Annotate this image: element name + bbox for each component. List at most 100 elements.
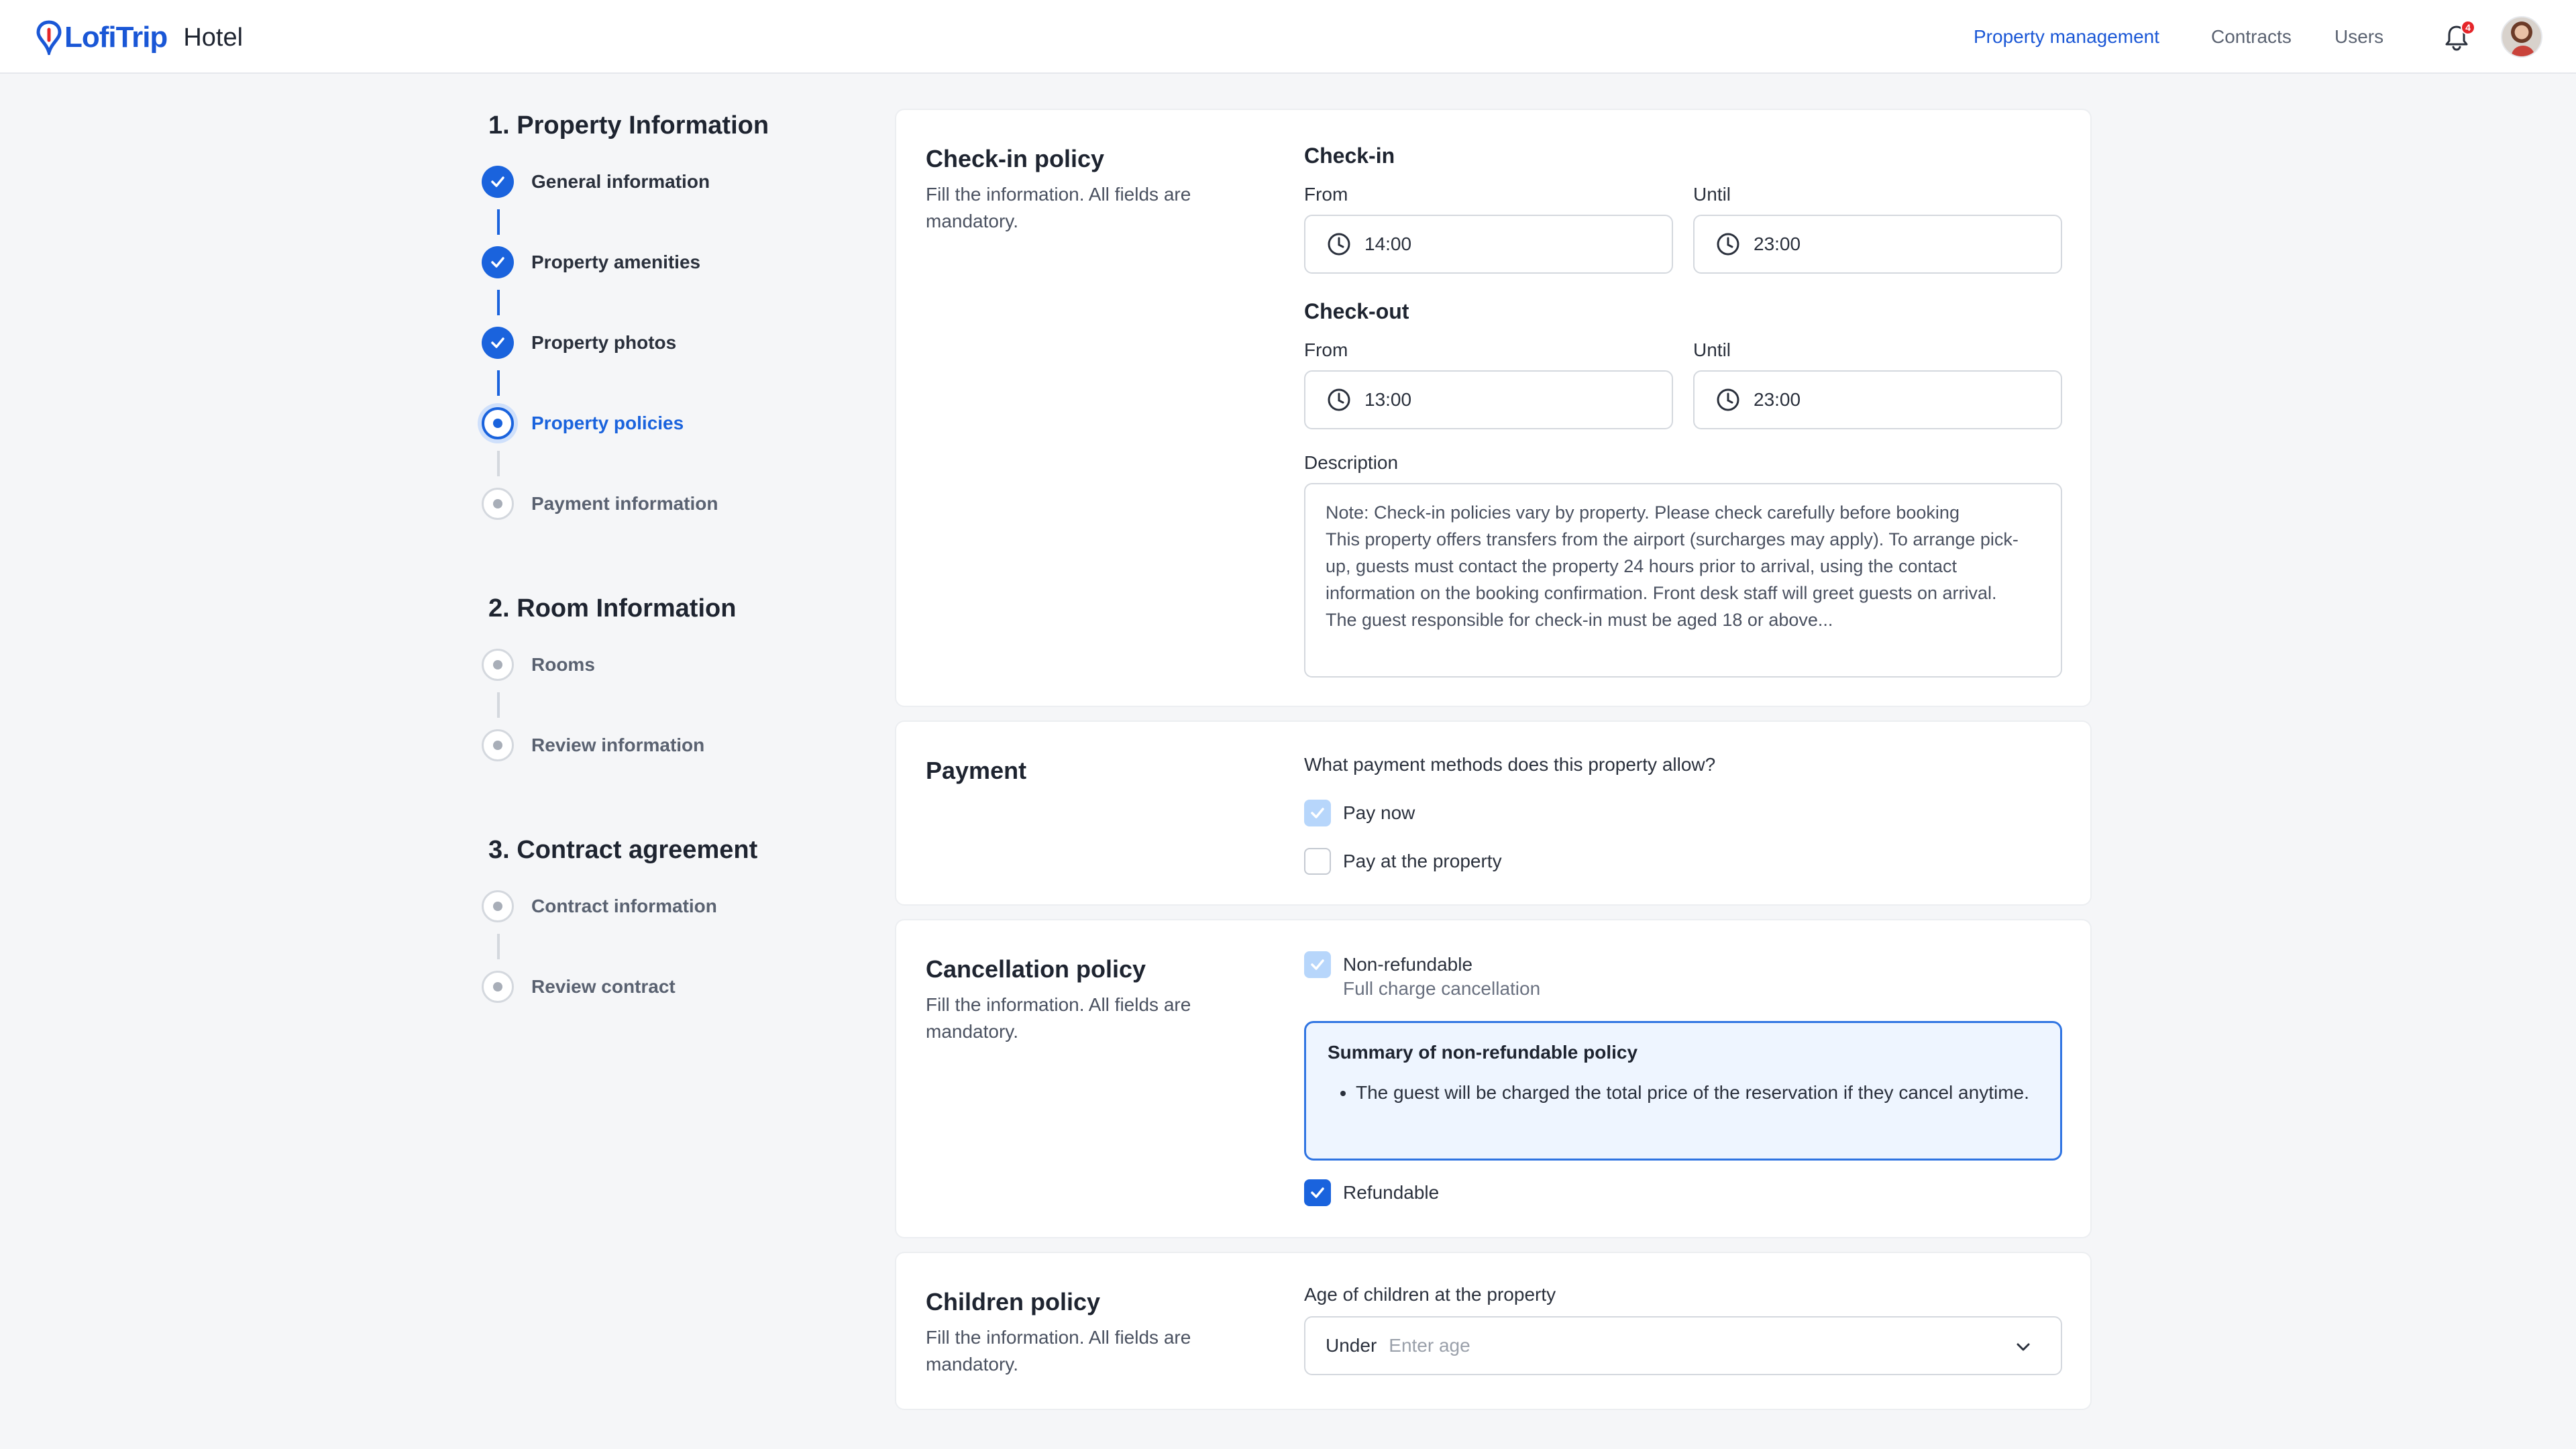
check-icon [482,327,514,359]
checkin-until-input[interactable]: 23:00 [1693,215,2062,274]
clock-icon [1717,388,1739,411]
brand-name: LofiTrip [64,21,168,54]
step-review-information[interactable]: Review information [482,729,704,762]
card-subtitle: Fill the information. All fields are man… [926,1327,1191,1375]
step-label: Property photos [531,332,677,353]
pay-now-checkbox[interactable] [1304,800,1331,826]
step-label: Review contract [531,976,676,997]
refundable-option[interactable]: Refundable [1304,1179,1439,1206]
select-prefix: Under [1326,1335,1377,1356]
step-property-photos[interactable]: Property photos [482,326,676,360]
chevron-down-icon [2017,1343,2030,1351]
checkout-from-label: From [1304,339,1348,360]
step-general-information[interactable]: General information [482,165,710,199]
notification-badge: 4 [2461,20,2475,35]
summary-list: The guest will be charged the total pric… [1328,1079,2039,1106]
checkin-from-label: From [1304,184,1348,205]
checkin-until-label: Until [1693,184,1731,205]
section-title-contract: 3. Contract agreement [488,836,758,864]
card-title: Check-in policy [926,145,1105,172]
refundable-checkbox[interactable] [1304,1179,1331,1206]
non-refundable-option[interactable]: Non-refundable [1304,951,1472,978]
checkmark-icon [1311,1187,1324,1198]
checkin-policy-card: Check-in policy Fill the information. Al… [895,109,2092,707]
description-line: Note: Check-in policies vary by property… [1326,502,1960,523]
description-line: This property offers transfers from the … [1326,529,2019,603]
checkout-until-label: Until [1693,339,1731,360]
section-title-room: 2. Room Information [488,594,737,623]
card-title: Children policy [926,1288,1101,1316]
pending-step-icon [482,488,514,520]
step-property-policies[interactable]: Property policies [482,407,684,440]
summary-item: The guest will be charged the total pric… [1356,1079,2039,1106]
active-step-icon [482,407,514,439]
step-label: Property amenities [531,252,701,272]
input-value: 23:00 [1754,389,1801,410]
brand-logo[interactable]: LofiTrip Hotel [36,19,243,56]
step-property-amenities[interactable]: Property amenities [482,246,700,279]
checkin-from-input[interactable]: 14:00 [1304,215,1673,274]
step-connector [497,209,500,235]
card-title: Cancellation policy [926,955,1146,983]
step-label: Property policies [531,413,684,433]
step-connector [497,451,500,476]
step-connector [497,934,500,959]
card-subtitle: Fill the information. All fields are man… [926,184,1191,231]
nav-property-management[interactable]: Property management [1974,0,2159,74]
check-icon [482,166,514,198]
input-value: 14:00 [1364,233,1412,254]
check-icon [482,246,514,278]
step-label: Review information [531,735,705,755]
step-rooms[interactable]: Rooms [482,648,595,682]
children-age-select[interactable]: Under Enter age [1304,1316,2062,1375]
input-value: 23:00 [1754,233,1801,254]
clock-icon [1328,388,1350,411]
nav-contracts[interactable]: Contracts [2211,0,2292,74]
description-textarea[interactable]: Note: Check-in policies vary by property… [1304,483,2062,678]
payment-card: Payment What payment methods does this p… [895,720,2092,906]
clock-icon [1717,233,1739,256]
non-refundable-hint: Full charge cancellation [1343,978,1541,999]
step-label: Payment information [531,493,718,514]
checkmark-icon [1311,808,1324,818]
option-label: Non-refundable [1343,954,1473,975]
step-connector [497,692,500,718]
non-refundable-summary: Summary of non-refundable policy The gue… [1304,1021,2062,1161]
option-label: Pay at the property [1343,851,1502,871]
nav-users[interactable]: Users [2334,0,2383,74]
cancellation-policy-card: Cancellation policy Fill the information… [895,919,2092,1238]
checkmark-icon [1311,959,1324,970]
step-label: Rooms [531,654,595,675]
step-label: Contract information [531,896,717,916]
pay-at-property-option[interactable]: Pay at the property [1304,848,1502,875]
checkout-until-input[interactable]: 23:00 [1693,370,2062,429]
location-pin-icon [36,20,62,55]
option-label: Pay now [1343,802,1415,823]
children-age-label: Age of children at the property [1304,1284,1556,1305]
non-refundable-checkbox[interactable] [1304,951,1331,978]
pay-at-property-checkbox[interactable] [1304,848,1331,875]
top-bar: LofiTrip Hotel Property management Contr… [0,0,2576,74]
pending-step-icon [482,649,514,681]
product-name: Hotel [183,23,244,52]
payment-question: What payment methods does this property … [1304,754,1716,775]
option-label: Refundable [1343,1182,1440,1203]
step-review-contract[interactable]: Review contract [482,970,676,1004]
pending-step-icon [482,890,514,922]
step-contract-information[interactable]: Contract information [482,890,717,923]
card-subtitle: Fill the information. All fields are man… [926,994,1191,1042]
pay-now-option[interactable]: Pay now [1304,800,1415,826]
children-policy-card: Children policy Fill the information. Al… [895,1252,2092,1410]
checkin-heading: Check-in [1304,144,1395,168]
summary-title: Summary of non-refundable policy [1328,1042,1638,1063]
step-connector [497,370,500,396]
card-title: Payment [926,757,1027,784]
checkout-from-input[interactable]: 13:00 [1304,370,1673,429]
checkout-heading: Check-out [1304,299,1409,323]
step-payment-information[interactable]: Payment information [482,487,718,521]
section-title-property: 1. Property Information [488,111,769,140]
avatar[interactable] [2501,16,2542,58]
pending-step-icon [482,729,514,761]
description-label: Description [1304,452,1399,473]
clock-icon [1328,233,1350,256]
